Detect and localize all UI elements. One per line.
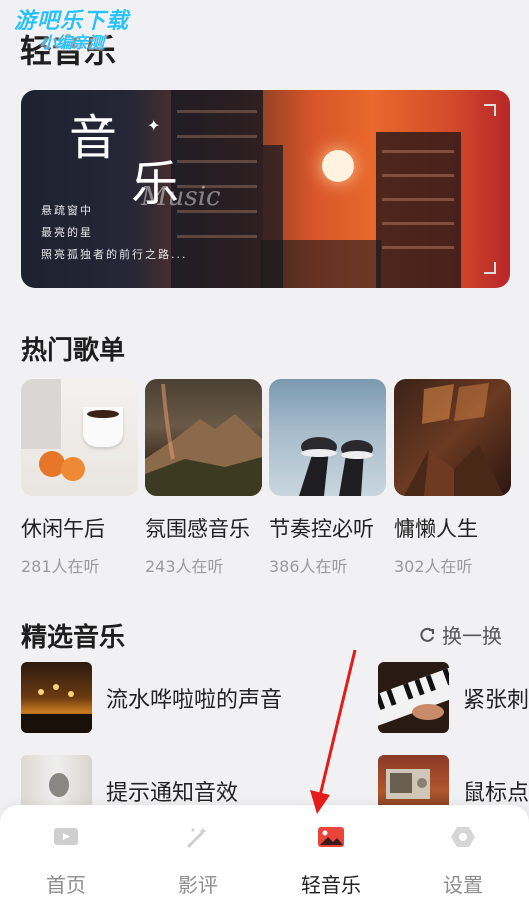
annotation-arrow xyxy=(310,649,357,814)
